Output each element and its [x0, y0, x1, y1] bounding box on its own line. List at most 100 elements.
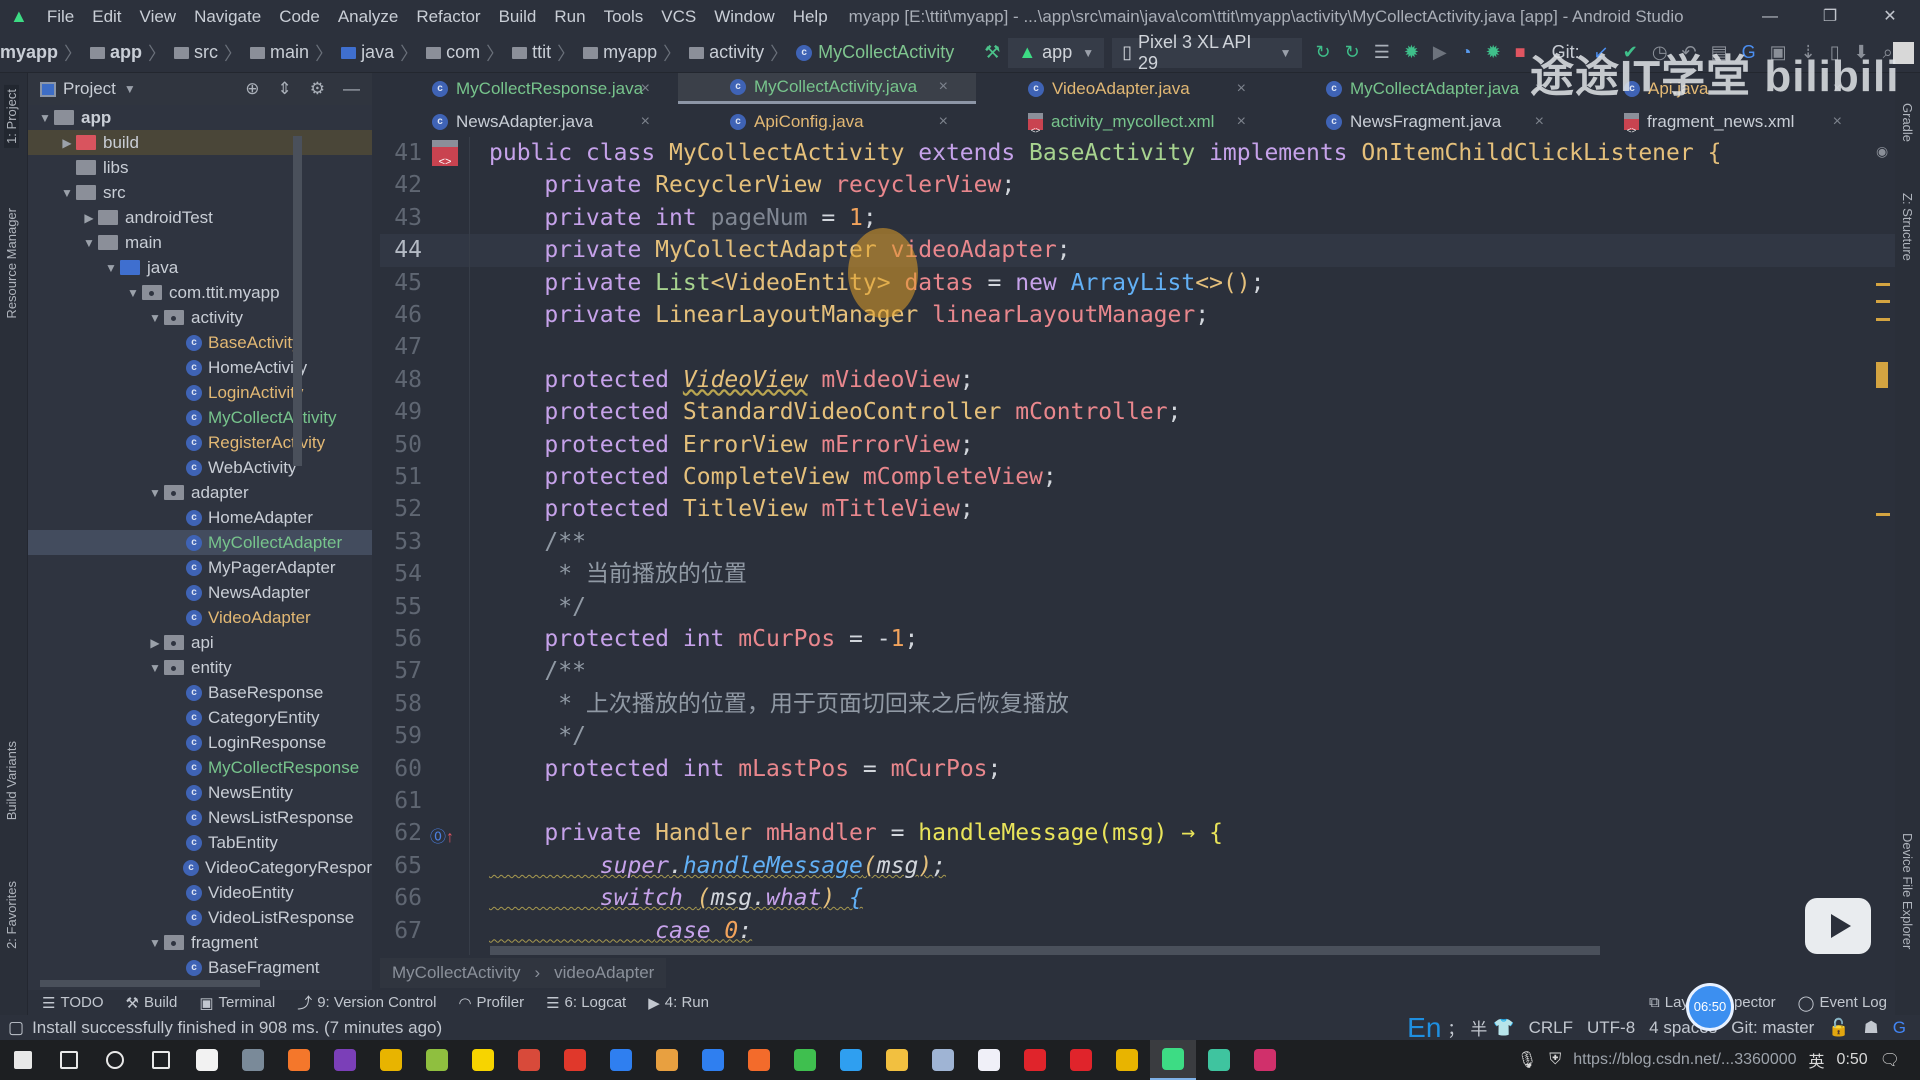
project-tool-button[interactable]: 1: Project	[4, 85, 19, 148]
menu-edit[interactable]: Edit	[83, 7, 130, 27]
close-tab-icon[interactable]: ×	[641, 113, 650, 131]
nav-crumb[interactable]: java 〉	[333, 40, 418, 66]
clock[interactable]: 0:50	[1837, 1051, 1868, 1069]
intellij-icon[interactable]	[1242, 1040, 1288, 1080]
expand-arrow-down-icon[interactable]: ▼	[58, 186, 76, 200]
menu-tools[interactable]: Tools	[595, 7, 653, 27]
tool-button-4-run[interactable]: ▶ 4: Run	[648, 992, 709, 1013]
menu-vcs[interactable]: VCS	[652, 7, 705, 27]
security-icon[interactable]: ⛨	[1549, 1051, 1561, 1069]
nav-crumb[interactable]: com 〉	[418, 40, 504, 66]
minimize-button[interactable]: —	[1740, 0, 1800, 33]
tree-item-loginresponse[interactable]: c LoginResponse	[28, 730, 372, 755]
close-tab-icon[interactable]: ×	[939, 78, 948, 96]
coverage-icon[interactable]: ▶	[1433, 42, 1447, 63]
code-line[interactable]: 42 private RecyclerView recyclerView;	[380, 169, 1895, 202]
qq-icon[interactable]	[184, 1040, 230, 1080]
warning-marker[interactable]	[1876, 318, 1890, 321]
tree-item-newsentity[interactable]: c NewsEntity	[28, 780, 372, 805]
tree-item-registeractivity[interactable]: c RegisterActivity	[28, 430, 372, 455]
code-line[interactable]: 55 */	[380, 591, 1895, 624]
code-line[interactable]: 52 protected TitleView mTitleView;	[380, 493, 1895, 526]
tree-item-adapter[interactable]: ▼ adapter	[28, 480, 372, 505]
xml-layout-gutter-icon[interactable]: <>	[432, 140, 458, 168]
code-line[interactable]: 54 * 当前播放的位置	[380, 558, 1895, 591]
tool-button-build[interactable]: ⚒ Build	[126, 992, 178, 1013]
tool-button-6-logcat[interactable]: ☰ 6: Logcat	[546, 992, 626, 1013]
warning-marker[interactable]	[1876, 283, 1890, 286]
close-button[interactable]: ✕	[1860, 0, 1920, 33]
wps-writer-icon[interactable]	[598, 1040, 644, 1080]
override-gutter-icon[interactable]: ⓪↑	[430, 823, 454, 847]
menu-refactor[interactable]: Refactor	[407, 7, 489, 27]
nav-crumb[interactable]: myapp 〉	[0, 40, 82, 66]
expand-arrow-down-icon[interactable]: ▼	[146, 311, 164, 325]
tree-item-videocategoryrespor[interactable]: c VideoCategoryRespor	[28, 855, 372, 880]
app-icon[interactable]	[690, 1040, 736, 1080]
tree-item-entity[interactable]: ▼ entity	[28, 655, 372, 680]
ime-indicator[interactable]: En ； 半 👕	[1407, 1011, 1515, 1044]
nav-crumb[interactable]: myapp 〉	[575, 40, 681, 66]
code-line[interactable]: 59 */	[380, 720, 1895, 753]
search-icon[interactable]	[46, 1040, 92, 1080]
device-file-explorer-tool-button[interactable]: Device File Explorer	[1900, 833, 1915, 949]
tree-item-categoryentity[interactable]: c CategoryEntity	[28, 705, 372, 730]
tree-item-videolistresponse[interactable]: c VideoListResponse	[28, 905, 372, 930]
menu-navigate[interactable]: Navigate	[185, 7, 270, 27]
code-line[interactable]: 46 private LinearLayoutManager linearLay…	[380, 299, 1895, 332]
apply-changes-restart-icon[interactable]: ↻	[1316, 42, 1331, 63]
tree-item-loginactivity[interactable]: c LoginActivity	[28, 380, 372, 405]
expand-arrow-right-icon[interactable]: ▶	[146, 636, 164, 650]
file-explorer-icon[interactable]	[874, 1040, 920, 1080]
sync-icon[interactable]: ☰	[1374, 42, 1390, 63]
tree-item-com-ttit-myapp[interactable]: ▼ com.ttit.myapp	[28, 280, 372, 305]
inspector-hat-icon[interactable]: ☗	[1864, 1018, 1879, 1038]
code-line[interactable]: 53 /**	[380, 526, 1895, 559]
tree-item-baseactivity[interactable]: c BaseActivity	[28, 330, 372, 355]
status-panel-icon[interactable]: ▢	[8, 1018, 24, 1038]
code-line[interactable]: 41 public class MyCollectActivity extends…	[380, 137, 1895, 170]
editor-horizontal-scrollbar[interactable]	[490, 946, 1600, 955]
close-tab-icon[interactable]: ×	[641, 80, 650, 98]
tab-mycollectresponse-java[interactable]: c MyCollectResponse.java ×	[380, 73, 678, 104]
tab-fragment-news-xml[interactable]: <> fragment_news.xml ×	[1572, 106, 1870, 137]
debug-icon[interactable]: ✹	[1404, 42, 1419, 63]
firefox-icon[interactable]	[276, 1040, 322, 1080]
wechat-icon[interactable]	[782, 1040, 828, 1080]
menu-build[interactable]: Build	[490, 7, 546, 27]
inspection-eye-icon[interactable]: ◉	[1876, 143, 1888, 160]
tree-item-src[interactable]: ▼ src	[28, 180, 372, 205]
code-line[interactable]: 49 protected StandardVideoController mCo…	[380, 396, 1895, 429]
nav-crumb[interactable]: c MyCollectActivity	[788, 40, 954, 66]
tool-button-9-version-control[interactable]: ⤴ 9: Version Control	[297, 992, 436, 1013]
code-line[interactable]: 44 private MyCollectAdapter videoAdapter…	[380, 234, 1895, 268]
collapse-all-icon[interactable]: ⇕	[278, 79, 292, 99]
resource-manager-tool-button[interactable]: Resource Manager	[4, 208, 19, 319]
cortana-icon[interactable]	[92, 1040, 138, 1080]
code-editor[interactable]: 41 public class MyCollectActivity extends…	[380, 137, 1895, 955]
tree-item-build[interactable]: ▶ build	[28, 130, 372, 155]
tree-item-activity[interactable]: ▼ activity	[28, 305, 372, 330]
task-view-icon[interactable]	[138, 1040, 184, 1080]
notification-icon[interactable]: 🗨	[1880, 1050, 1900, 1070]
profile-icon[interactable]: ◔	[1461, 42, 1472, 63]
app-icon[interactable]	[966, 1040, 1012, 1080]
code-line[interactable]: 51 protected CompleteView mCompleteView;	[380, 461, 1895, 494]
app-icon[interactable]	[506, 1040, 552, 1080]
tool-button-todo[interactable]: ☰ TODO	[42, 992, 104, 1013]
breadcrumb-field[interactable]: videoAdapter	[554, 963, 654, 983]
sticky-notes-icon[interactable]	[460, 1040, 506, 1080]
nav-crumb[interactable]: activity 〉	[681, 40, 788, 66]
code-line[interactable]: 45 private List<VideoEntity> datas = new…	[380, 267, 1895, 300]
line-separator[interactable]: CRLF	[1529, 1018, 1573, 1038]
tree-item-java[interactable]: ▼ java	[28, 255, 372, 280]
tree-item-newsadapter[interactable]: c NewsAdapter	[28, 580, 372, 605]
menu-file[interactable]: File	[38, 7, 83, 27]
code-line[interactable]: 50 protected ErrorView mErrorView;	[380, 429, 1895, 462]
tree-item-main[interactable]: ▼ main	[28, 230, 372, 255]
app-icon[interactable]	[644, 1040, 690, 1080]
youdao-icon[interactable]	[1058, 1040, 1104, 1080]
code-line[interactable]: 61	[380, 785, 1895, 818]
nav-crumb[interactable]: main 〉	[242, 40, 333, 66]
hide-icon[interactable]: —	[343, 79, 360, 99]
